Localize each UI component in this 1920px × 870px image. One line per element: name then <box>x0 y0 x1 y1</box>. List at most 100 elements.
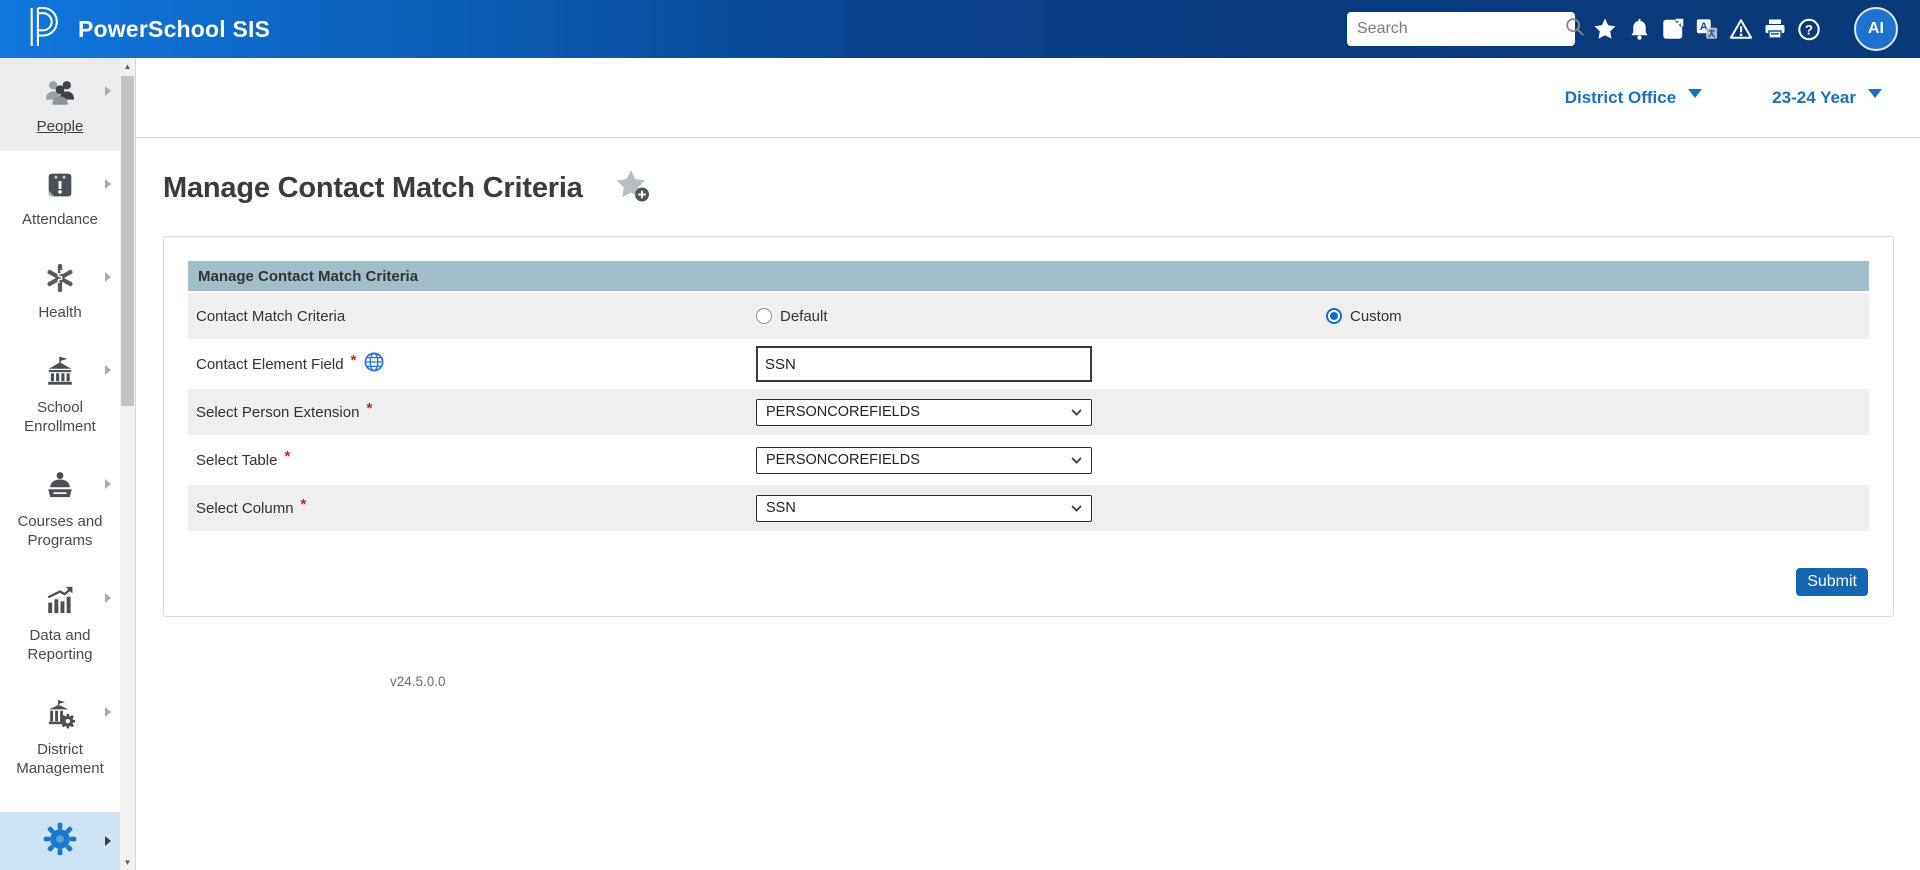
row-select-column: Select Column * SSN <box>188 485 1869 533</box>
sidebar-item-settings[interactable] <box>0 812 120 870</box>
row-contact-element-field: Contact Element Field * <box>188 341 1869 389</box>
main-content: District Office 23-24 Year Manage Contac… <box>135 58 1920 870</box>
school-building-icon <box>10 355 110 389</box>
contact-match-criteria-label: Contact Match Criteria <box>196 308 756 325</box>
sidebar-item-attendance[interactable]: Attendance <box>0 151 120 244</box>
required-asterisk: * <box>284 448 290 465</box>
left-nav-sidebar: People Attendance <box>0 58 135 870</box>
select-table-value: PERSONCOREFIELDS <box>766 452 920 468</box>
required-asterisk: * <box>351 352 357 369</box>
select-column-value: SSN <box>766 500 796 516</box>
people-icon <box>10 76 110 108</box>
scroll-down-arrow[interactable]: ▼ <box>120 854 135 870</box>
context-selector-bar: District Office 23-24 Year <box>136 58 1920 138</box>
sidebar-item-courses-programs[interactable]: Courses and Programs <box>0 451 120 565</box>
contact-match-criteria-options: Default Custom <box>756 293 1869 339</box>
health-icon <box>10 262 110 294</box>
contact-element-field-label: Contact Element Field * <box>196 351 756 377</box>
select-table-label: Select Table * <box>196 452 756 469</box>
required-asterisk: * <box>301 496 307 513</box>
alerts-warning-icon[interactable] <box>1729 17 1753 41</box>
sidebar-scrollbar[interactable]: ▲ ▼ <box>120 58 135 870</box>
chevron-right-icon <box>105 179 111 189</box>
sidebar-item-district-management[interactable]: District Management <box>0 679 120 793</box>
required-asterisk: * <box>366 400 372 417</box>
chevron-right-icon <box>105 836 111 846</box>
sidebar-item-label: District Management <box>10 740 110 778</box>
sidebar-item-school-enrollment[interactable]: School Enrollment <box>0 337 120 451</box>
caret-down-icon <box>1868 89 1882 98</box>
radio-default-label: Default <box>780 308 828 325</box>
settings-gear-icon <box>42 821 78 862</box>
chevron-down-icon <box>1071 409 1082 416</box>
row-select-person-extension: Select Person Extension * PERSONCOREFIEL… <box>188 389 1869 437</box>
scroll-up-arrow[interactable]: ▲ <box>120 58 135 74</box>
radio-default[interactable]: Default <box>756 308 828 325</box>
field-translation-globe-icon[interactable] <box>363 351 385 377</box>
svg-text:?: ? <box>1805 22 1813 37</box>
global-search <box>1347 12 1575 46</box>
page-title-row: Manage Contact Match Criteria <box>163 168 1920 209</box>
radio-custom-label: Custom <box>1350 308 1402 325</box>
page-title: Manage Contact Match Criteria <box>163 172 583 205</box>
help-icon[interactable]: ? <box>1797 17 1821 41</box>
top-header-bar: PowerSchool SIS <box>0 0 1920 58</box>
term-selector[interactable]: 23-24 Year <box>1772 88 1882 108</box>
select-person-extension-label: Select Person Extension * <box>196 404 756 421</box>
sidebar-item-label: School Enrollment <box>10 398 110 436</box>
radio-custom[interactable]: Custom <box>1326 308 1402 325</box>
sidebar-item-label: Attendance <box>10 210 110 229</box>
bar-chart-icon <box>10 583 110 617</box>
user-avatar[interactable]: AI <box>1854 7 1898 51</box>
sidebar-item-label: Health <box>10 303 110 322</box>
select-person-extension-dropdown[interactable]: PERSONCOREFIELDS <box>756 399 1092 426</box>
sidebar-item-health[interactable]: Health <box>0 244 120 337</box>
radio-custom-circle[interactable] <box>1326 308 1342 324</box>
caret-down-icon <box>1688 89 1702 98</box>
contact-element-field-input[interactable] <box>756 346 1092 382</box>
school-selector-label: District Office <box>1565 88 1676 108</box>
select-column-label: Select Column * <box>196 500 756 517</box>
chevron-right-icon <box>105 272 111 282</box>
school-selector[interactable]: District Office <box>1565 88 1702 108</box>
version-label: v24.5.0.0 <box>390 674 446 689</box>
row-contact-match-criteria: Contact Match Criteria Default Custom <box>188 293 1869 341</box>
chevron-down-icon <box>1071 505 1082 512</box>
sidebar-item-label: Data and Reporting <box>10 626 110 664</box>
powerschool-logo-icon <box>26 5 64 54</box>
app-logo[interactable]: PowerSchool SIS <box>26 5 270 54</box>
chevron-right-icon <box>105 479 111 489</box>
header-icon-row: A ? <box>1593 0 1821 58</box>
scrollbar-thumb[interactable] <box>121 76 134 406</box>
avatar-initials: AI <box>1868 20 1884 38</box>
chevron-right-icon <box>105 365 111 375</box>
add-favorite-star-icon[interactable] <box>615 168 651 209</box>
chevron-right-icon <box>105 707 111 717</box>
select-table-dropdown[interactable]: PERSONCOREFIELDS <box>756 447 1092 474</box>
term-selector-label: 23-24 Year <box>1772 88 1856 108</box>
table-section-title: Manage Contact Match Criteria <box>198 268 418 285</box>
row-select-table: Select Table * PERSONCOREFIELDS <box>188 437 1869 485</box>
search-icon[interactable] <box>1564 16 1586 43</box>
attendance-icon <box>10 169 110 201</box>
notifications-bell-icon[interactable] <box>1627 17 1651 41</box>
translate-icon[interactable]: A <box>1695 17 1719 41</box>
sidebar-item-data-reporting[interactable]: Data and Reporting <box>0 565 120 679</box>
app-title: PowerSchool SIS <box>78 16 270 43</box>
compose-external-link-icon[interactable] <box>1661 17 1685 41</box>
print-icon[interactable] <box>1763 17 1787 41</box>
lectern-teacher-icon <box>10 469 110 503</box>
select-person-extension-value: PERSONCOREFIELDS <box>766 404 920 420</box>
sidebar-item-people[interactable]: People <box>0 58 120 151</box>
contact-element-field-cell <box>756 346 1869 382</box>
search-input[interactable] <box>1357 20 1564 38</box>
sidebar-item-label: Courses and Programs <box>10 512 110 550</box>
select-column-dropdown[interactable]: SSN <box>756 495 1092 522</box>
nav-list: People Attendance <box>0 58 120 793</box>
favorites-star-icon[interactable] <box>1593 17 1617 41</box>
submit-button[interactable]: Submit <box>1796 568 1868 596</box>
sidebar-item-label: People <box>10 117 110 136</box>
table-section-header: Manage Contact Match Criteria <box>188 261 1869 293</box>
criteria-table: Manage Contact Match Criteria Contact Ma… <box>188 261 1869 533</box>
radio-default-circle[interactable] <box>756 308 772 324</box>
